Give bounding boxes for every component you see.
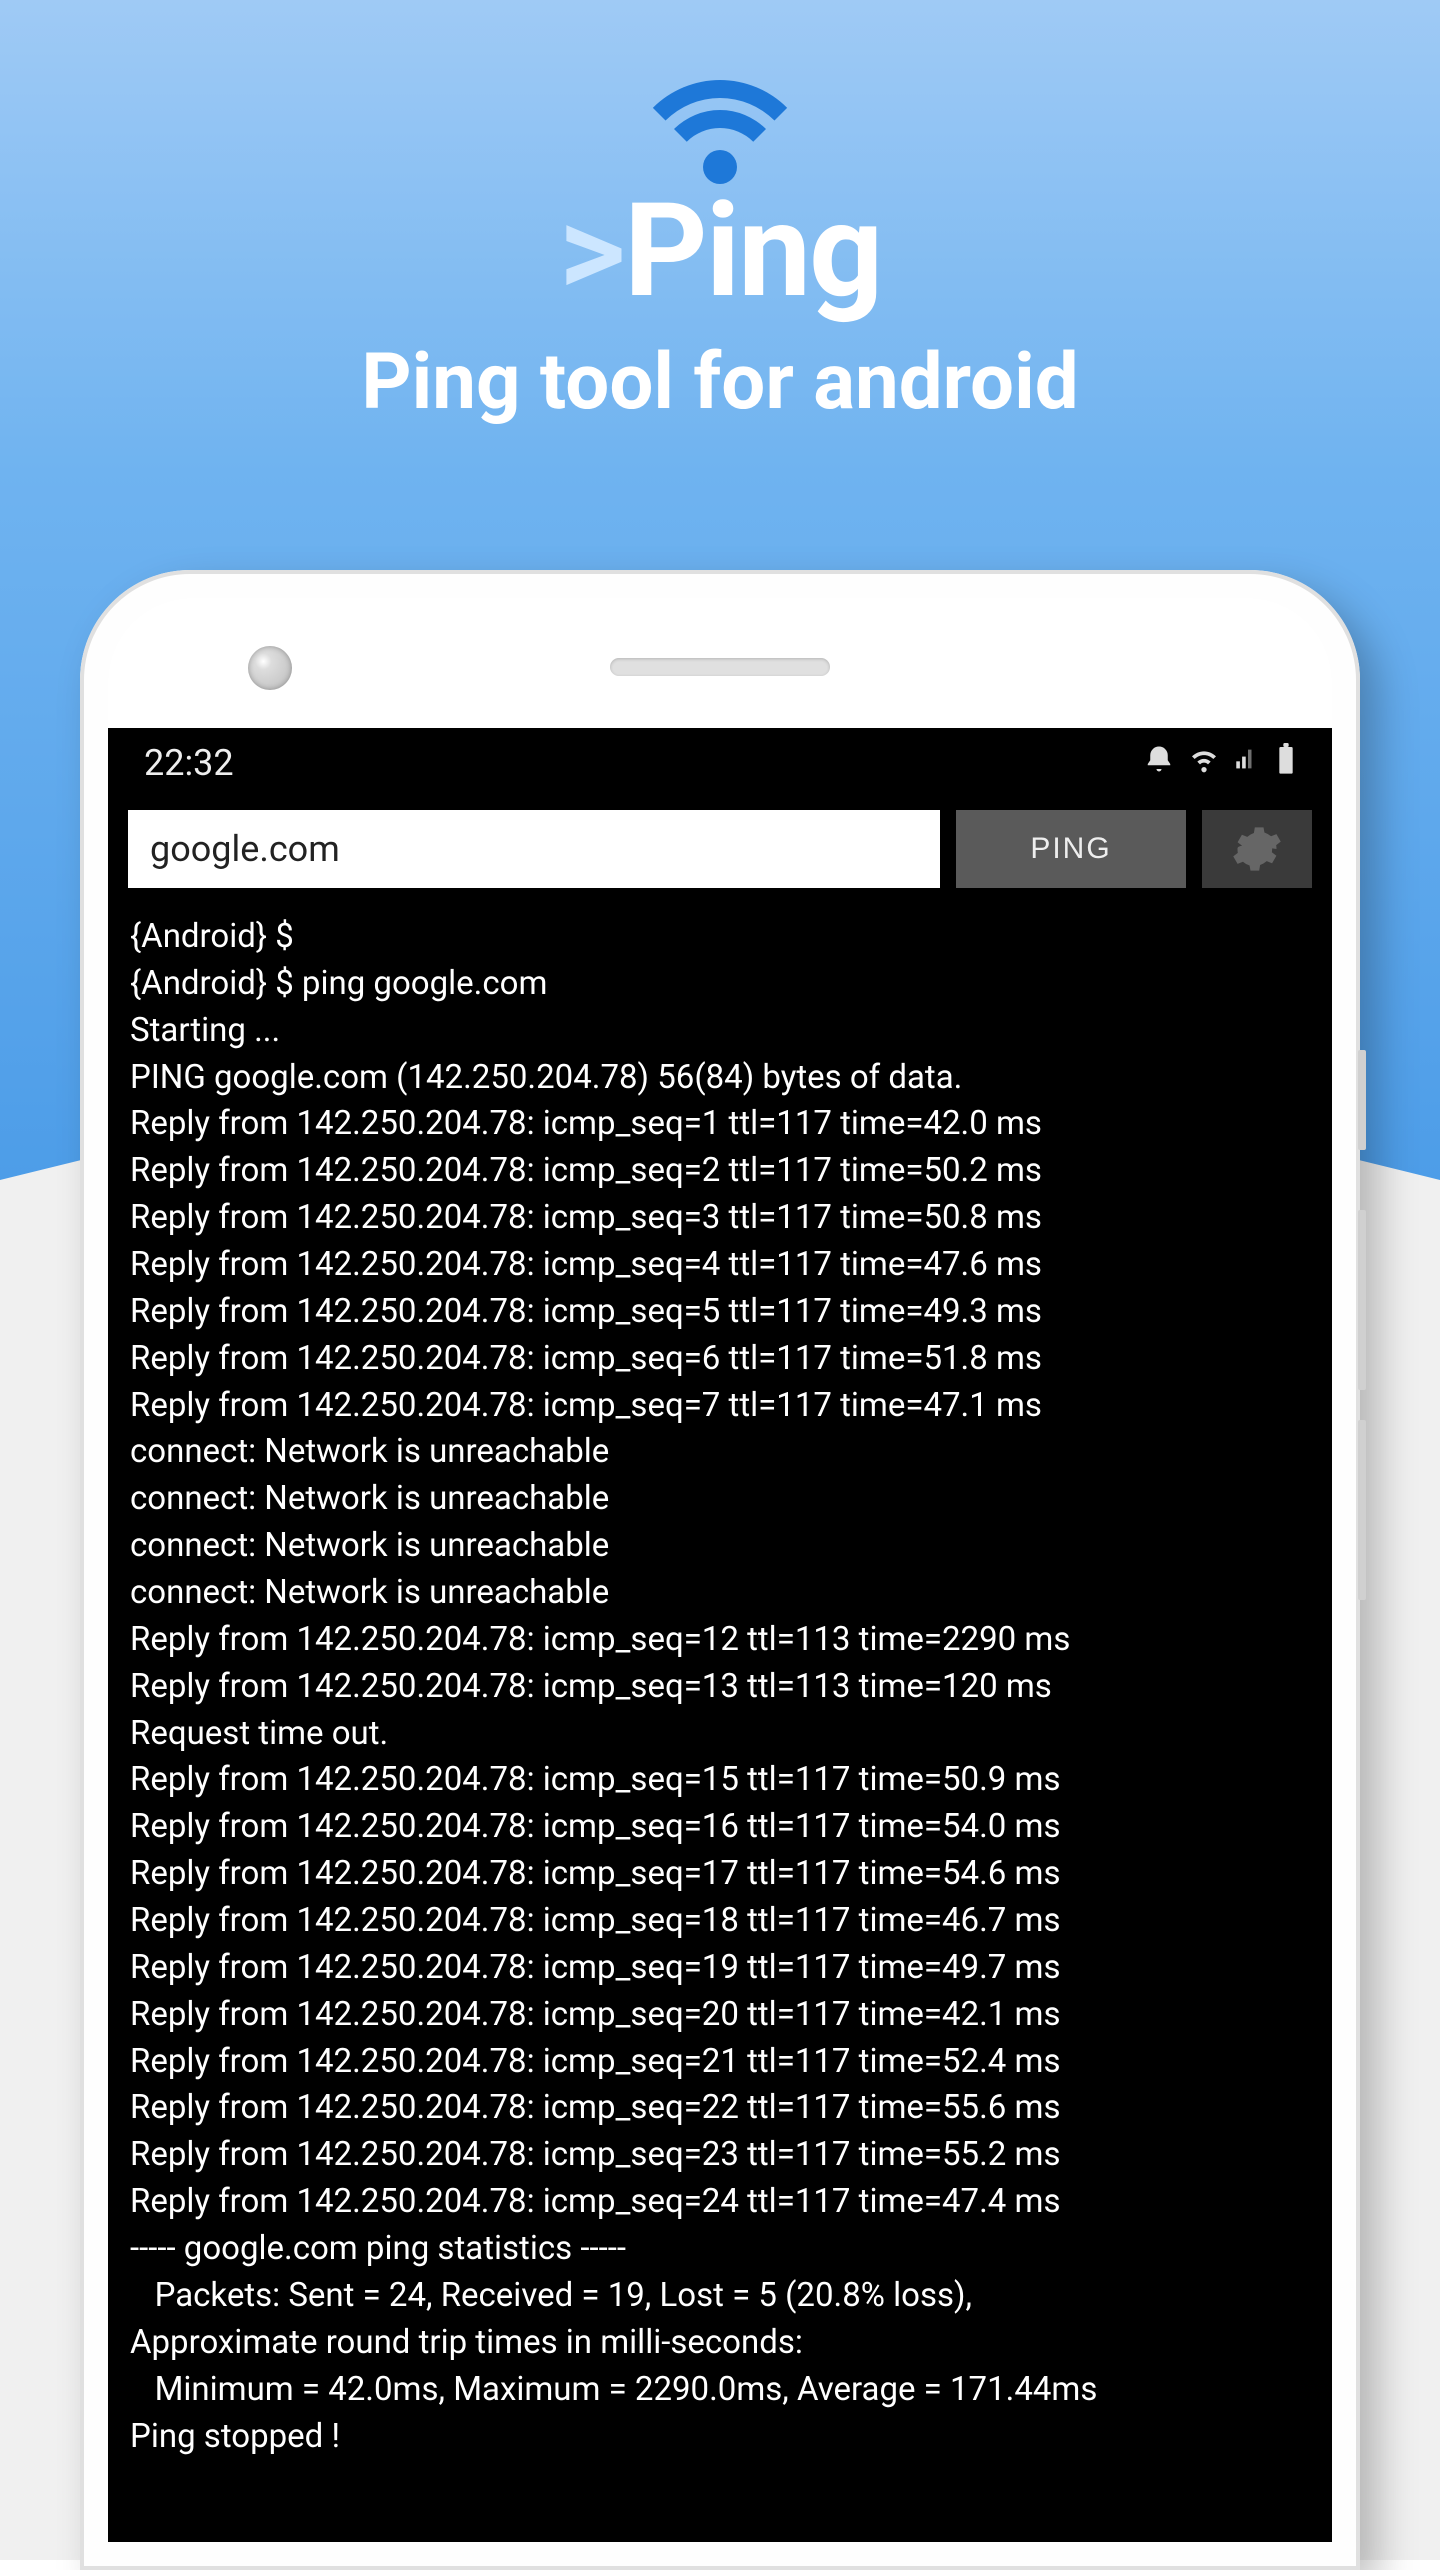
- terminal-line: ----- google.com ping statistics -----: [130, 2226, 1310, 2273]
- promo-header: >Ping Ping tool for android: [0, 80, 1440, 428]
- terminal-line: Reply from 142.250.204.78: icmp_seq=7 tt…: [130, 1383, 1310, 1430]
- terminal-line: Minimum = 42.0ms, Maximum = 2290.0ms, Av…: [130, 2367, 1310, 2414]
- phone-frame: 22:32 PING: [80, 570, 1360, 2570]
- terminal-line: Reply from 142.250.204.78: icmp_seq=15 t…: [130, 1757, 1310, 1804]
- status-time: 22:32: [144, 742, 234, 784]
- logo-prefix: >: [559, 174, 624, 327]
- terminal-line: Reply from 142.250.204.78: icmp_seq=2 tt…: [130, 1148, 1310, 1195]
- terminal-line: Reply from 142.250.204.78: icmp_seq=1 tt…: [130, 1101, 1310, 1148]
- terminal-line: Reply from 142.250.204.78: icmp_seq=4 tt…: [130, 1242, 1310, 1289]
- terminal-line: Starting ...: [130, 1008, 1310, 1055]
- phone-side-button: [1358, 1420, 1366, 1600]
- terminal-line: Reply from 142.250.204.78: icmp_seq=18 t…: [130, 1898, 1310, 1945]
- terminal-line: Reply from 142.250.204.78: icmp_seq=23 t…: [130, 2132, 1310, 2179]
- signal-icon: [1234, 745, 1262, 781]
- status-bar: 22:32: [108, 728, 1332, 798]
- terminal-line: Ping stopped !: [130, 2414, 1310, 2461]
- terminal-line: Reply from 142.250.204.78: icmp_seq=16 t…: [130, 1804, 1310, 1851]
- phone-speaker: [610, 658, 830, 676]
- phone-side-button: [1358, 1210, 1366, 1390]
- terminal-line: Reply from 142.250.204.78: icmp_seq=22 t…: [130, 2085, 1310, 2132]
- wifi-icon: [640, 80, 800, 180]
- battery-icon: [1276, 743, 1296, 783]
- terminal-line: Approximate round trip times in milli-se…: [130, 2320, 1310, 2367]
- terminal-output[interactable]: {Android} ${Android} $ ping google.comSt…: [108, 906, 1332, 2468]
- terminal-line: Reply from 142.250.204.78: icmp_seq=17 t…: [130, 1851, 1310, 1898]
- status-icons: [1144, 743, 1296, 783]
- terminal-line: connect: Network is unreachable: [130, 1570, 1310, 1617]
- terminal-line: connect: Network is unreachable: [130, 1429, 1310, 1476]
- terminal-line: {Android} $ ping google.com: [130, 961, 1310, 1008]
- terminal-line: Reply from 142.250.204.78: icmp_seq=12 t…: [130, 1617, 1310, 1664]
- gear-icon: [1231, 823, 1283, 875]
- terminal-line: Packets: Sent = 24, Received = 19, Lost …: [130, 2273, 1310, 2320]
- terminal-line: Reply from 142.250.204.78: icmp_seq=6 tt…: [130, 1336, 1310, 1383]
- app-screen: 22:32 PING: [108, 728, 1332, 2542]
- terminal-line: Reply from 142.250.204.78: icmp_seq=19 t…: [130, 1945, 1310, 1992]
- phone-camera: [248, 646, 292, 690]
- tagline: Ping tool for android: [0, 337, 1440, 428]
- settings-button[interactable]: [1202, 810, 1312, 888]
- terminal-line: Reply from 142.250.204.78: icmp_seq=13 t…: [130, 1664, 1310, 1711]
- terminal-line: {Android} $: [130, 914, 1310, 961]
- terminal-line: Reply from 142.250.204.78: icmp_seq=3 tt…: [130, 1195, 1310, 1242]
- terminal-line: Reply from 142.250.204.78: icmp_seq=24 t…: [130, 2179, 1310, 2226]
- terminal-line: Reply from 142.250.204.78: icmp_seq=5 tt…: [130, 1289, 1310, 1336]
- toolbar: PING: [108, 798, 1332, 906]
- terminal-line: connect: Network is unreachable: [130, 1476, 1310, 1523]
- terminal-line: Request time out.: [130, 1711, 1310, 1758]
- ping-button[interactable]: PING: [956, 810, 1186, 888]
- terminal-line: Reply from 142.250.204.78: icmp_seq=20 t…: [130, 1992, 1310, 2039]
- phone-side-button: [1358, 1050, 1366, 1150]
- alarm-icon: [1144, 744, 1174, 782]
- terminal-line: connect: Network is unreachable: [130, 1523, 1310, 1570]
- wifi-status-icon: [1188, 743, 1220, 783]
- host-input[interactable]: [128, 810, 940, 888]
- terminal-line: PING google.com (142.250.204.78) 56(84) …: [130, 1055, 1310, 1102]
- terminal-line: Reply from 142.250.204.78: icmp_seq=21 t…: [130, 2039, 1310, 2086]
